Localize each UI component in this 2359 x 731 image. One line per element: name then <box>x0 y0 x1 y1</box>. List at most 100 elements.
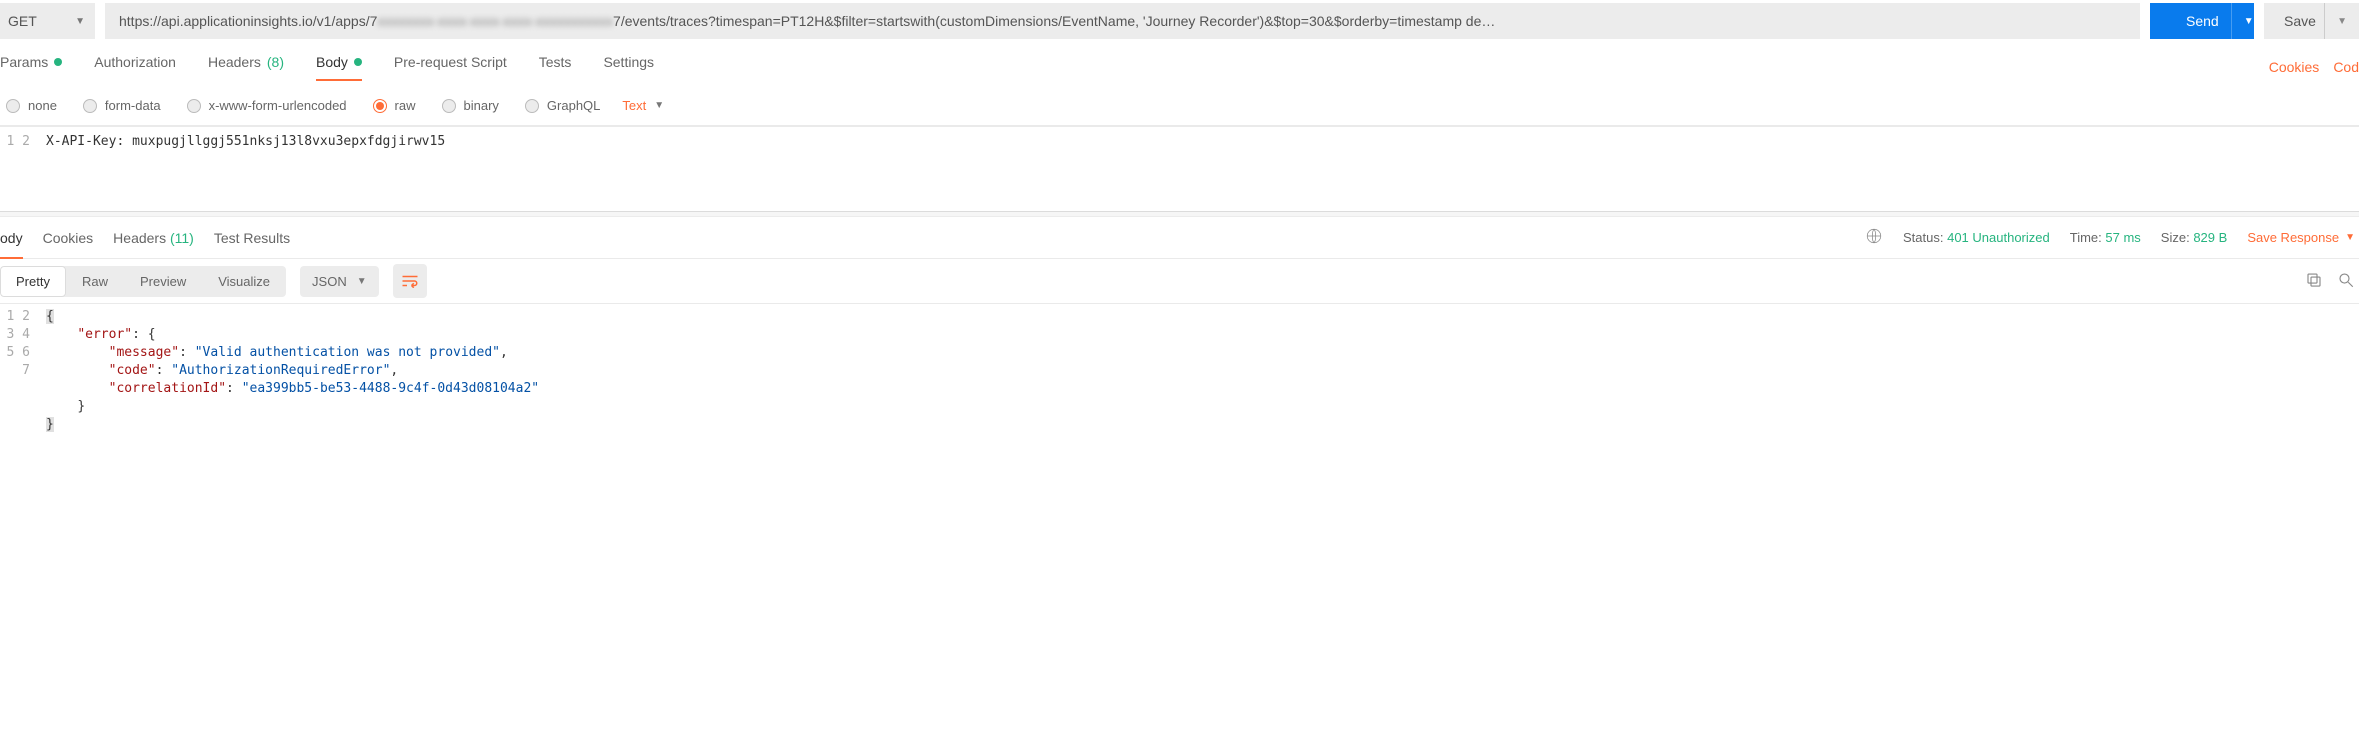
save-button[interactable]: Save ▼ <box>2264 3 2359 39</box>
radio-icon <box>525 99 539 113</box>
chevron-down-icon: ▼ <box>654 100 664 111</box>
code-token: , <box>500 345 508 360</box>
response-body-editor[interactable]: 1 2 3 4 5 6 7 { "error": { "message": "V… <box>0 303 2359 474</box>
tab-params[interactable]: Params <box>0 54 62 80</box>
save-response-label: Save Response <box>2247 230 2339 245</box>
chevron-down-icon: ▼ <box>2345 232 2355 243</box>
size-block: Size: 829 B <box>2161 230 2228 245</box>
radio-label: raw <box>395 98 416 113</box>
code-token: } <box>77 399 85 414</box>
code-token: } <box>46 417 54 432</box>
radio-icon <box>373 99 387 113</box>
status-value: 401 Unauthorized <box>1947 230 2050 245</box>
body-type-raw[interactable]: raw <box>373 98 416 113</box>
chevron-down-icon: ▼ <box>357 276 367 287</box>
chevron-down-icon: ▼ <box>75 16 85 27</box>
code-token: : <box>179 345 195 360</box>
code-token: "message" <box>109 345 179 360</box>
headers-count: (11) <box>170 230 194 246</box>
code-token: : <box>156 363 172 378</box>
save-response-button[interactable]: Save Response ▼ <box>2247 230 2355 245</box>
tab-body[interactable]: Body <box>316 54 362 80</box>
tab-label: Test Results <box>214 230 290 246</box>
radio-icon <box>83 99 97 113</box>
response-view-mode-group: Pretty Raw Preview Visualize <box>0 266 286 297</box>
code-token: "code" <box>109 363 156 378</box>
tab-label: Params <box>0 54 48 70</box>
radio-label: binary <box>464 98 499 113</box>
tab-label: Body <box>316 54 348 70</box>
tab-prerequest-script[interactable]: Pre-request Script <box>394 54 507 80</box>
tab-label: Cookies <box>43 230 94 246</box>
body-type-graphql[interactable]: GraphQL <box>525 98 600 113</box>
code-token: "error" <box>77 327 132 342</box>
line-wrap-toggle[interactable] <box>393 264 427 298</box>
status-block: Status: 401 Unauthorized <box>1903 230 2050 245</box>
dot-indicator-icon <box>354 58 362 66</box>
tab-label: Authorization <box>94 54 176 70</box>
body-type-binary[interactable]: binary <box>442 98 499 113</box>
cookies-link[interactable]: Cookies <box>2269 59 2320 75</box>
code-token: "correlationId" <box>109 381 226 396</box>
http-method-select[interactable]: GET ▼ <box>0 3 95 39</box>
time-value: 57 ms <box>2105 230 2140 245</box>
response-tab-body[interactable]: ody <box>0 218 23 258</box>
code-token: , <box>390 363 398 378</box>
response-tab-cookies[interactable]: Cookies <box>43 218 94 258</box>
code-token: "Valid authentication was not provided" <box>195 345 500 360</box>
send-button-label: Send <box>2186 13 2219 29</box>
radio-label: none <box>28 98 57 113</box>
status-label: Status: <box>1903 230 1943 245</box>
size-value: 829 B <box>2193 230 2227 245</box>
radio-icon <box>187 99 201 113</box>
body-type-none[interactable]: none <box>6 98 57 113</box>
chevron-down-icon[interactable]: ▼ <box>2231 3 2254 39</box>
code-line: X-API-Key: muxpugjllggj551nksj13l8vxu3ep… <box>46 134 445 149</box>
body-type-form-data[interactable]: form-data <box>83 98 161 113</box>
response-tab-test-results[interactable]: Test Results <box>214 218 290 258</box>
view-mode-raw[interactable]: Raw <box>66 266 124 297</box>
search-icon[interactable] <box>2337 271 2355 292</box>
headers-count: (8) <box>267 54 284 70</box>
tab-headers[interactable]: Headers (8) <box>208 54 284 80</box>
code-token: "ea399bb5-be53-4488-9c4f-0d43d08104a2" <box>242 381 539 396</box>
body-type-x-www-form-urlencoded[interactable]: x-www-form-urlencoded <box>187 98 347 113</box>
line-gutter: 1 2 <box>0 127 40 211</box>
tab-label: Pre-request Script <box>394 54 507 70</box>
view-mode-preview[interactable]: Preview <box>124 266 202 297</box>
tab-settings[interactable]: Settings <box>603 54 654 80</box>
response-format-value: JSON <box>312 274 347 289</box>
code-token: : <box>226 381 242 396</box>
request-body-editor[interactable]: 1 2 X-API-Key: muxpugjllggj551nksj13l8vx… <box>0 126 2359 211</box>
tab-tests[interactable]: Tests <box>539 54 572 80</box>
response-body-code[interactable]: { "error": { "message": "Valid authentic… <box>40 304 2359 474</box>
response-tab-headers[interactable]: Headers (11) <box>113 218 194 258</box>
response-format-select[interactable]: JSON ▼ <box>300 266 379 297</box>
radio-label: x-www-form-urlencoded <box>209 98 347 113</box>
tab-label: Headers <box>113 230 166 246</box>
chevron-down-icon[interactable]: ▼ <box>2324 3 2347 39</box>
request-body-code[interactable]: X-API-Key: muxpugjllggj551nksj13l8vxu3ep… <box>40 127 2359 211</box>
seg-label: Preview <box>140 274 186 289</box>
line-gutter: 1 2 3 4 5 6 7 <box>0 304 40 474</box>
body-format-select[interactable]: Text ▼ <box>622 98 664 113</box>
code-token: "AuthorizationRequiredError" <box>171 363 390 378</box>
url-input[interactable]: https://api.applicationinsights.io/v1/ap… <box>105 3 2140 39</box>
http-method-value: GET <box>8 13 37 29</box>
tab-label: Headers <box>208 54 261 70</box>
radio-icon <box>6 99 20 113</box>
seg-label: Raw <box>82 274 108 289</box>
time-block: Time: 57 ms <box>2070 230 2141 245</box>
tab-authorization[interactable]: Authorization <box>94 54 176 80</box>
code-link[interactable]: Cod <box>2333 59 2359 75</box>
view-mode-pretty[interactable]: Pretty <box>0 266 66 297</box>
tab-label: ody <box>0 230 23 246</box>
seg-label: Visualize <box>218 274 270 289</box>
radio-icon <box>442 99 456 113</box>
globe-icon[interactable] <box>1865 227 1883 248</box>
send-button[interactable]: Send ▼ <box>2150 3 2254 39</box>
body-format-value: Text <box>622 98 646 113</box>
tab-label: Settings <box>603 54 654 70</box>
copy-icon[interactable] <box>2305 271 2323 292</box>
view-mode-visualize[interactable]: Visualize <box>202 266 286 297</box>
